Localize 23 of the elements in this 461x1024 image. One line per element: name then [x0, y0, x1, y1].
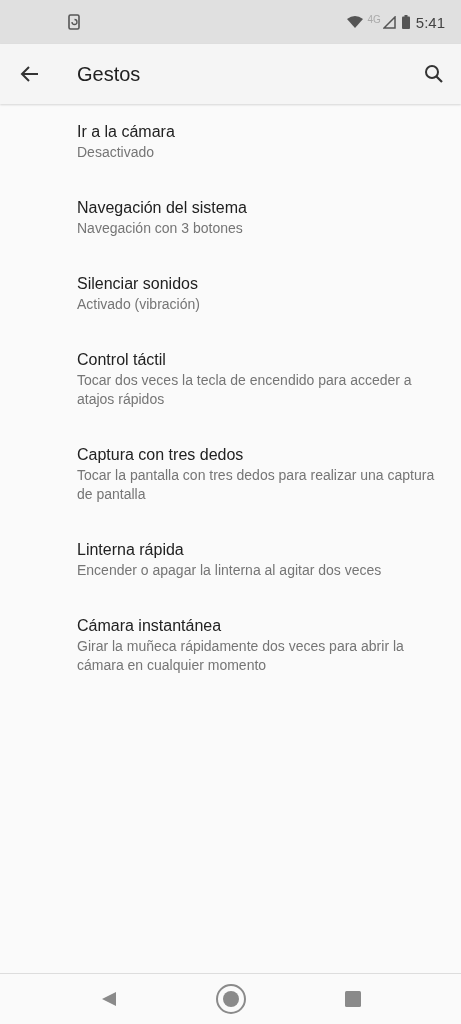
- setting-summary: Encender o apagar la linterna al agitar dos veces: [77, 561, 383, 580]
- setting-title[interactable]: Navegación del sistema: [77, 197, 441, 219]
- home-icon[interactable]: [214, 983, 247, 1015]
- setting-summary: Tocar dos veces la tecla de encendido para acceder a atajos rápidos: [77, 371, 413, 409]
- setting-title[interactable]: Control táctil: [77, 349, 441, 371]
- setting-summary: Activado (vibración): [77, 295, 201, 314]
- setting-title[interactable]: Cámara instantánea: [77, 615, 441, 637]
- clock: 5:41: [415, 13, 445, 31]
- setting-summary: Tocar la pantalla con tres dedos para realizar una captura de pantalla: [77, 466, 436, 504]
- recents-icon[interactable]: [344, 991, 361, 1007]
- battery-icon: [401, 15, 410, 29]
- setting-title[interactable]: Ir a la cámara: [77, 121, 441, 143]
- setting-title[interactable]: Captura con tres dedos: [77, 444, 441, 466]
- setting-summary: Desactivado: [77, 143, 156, 162]
- setting-title[interactable]: Silenciar sonidos: [77, 273, 441, 295]
- phone-rotate-icon: [68, 14, 80, 30]
- signal-icon: [382, 15, 396, 29]
- setting-title[interactable]: Linterna rápida: [77, 539, 441, 561]
- wifi-icon: [347, 16, 364, 28]
- back-triangle-icon[interactable]: [100, 991, 117, 1007]
- setting-summary: Girar la muñeca rápidamente dos veces para abrir la cámara en cualquier momento: [77, 637, 405, 675]
- screen-title: Gestos: [77, 62, 142, 86]
- setting-summary: Navegación con 3 botones: [77, 219, 244, 238]
